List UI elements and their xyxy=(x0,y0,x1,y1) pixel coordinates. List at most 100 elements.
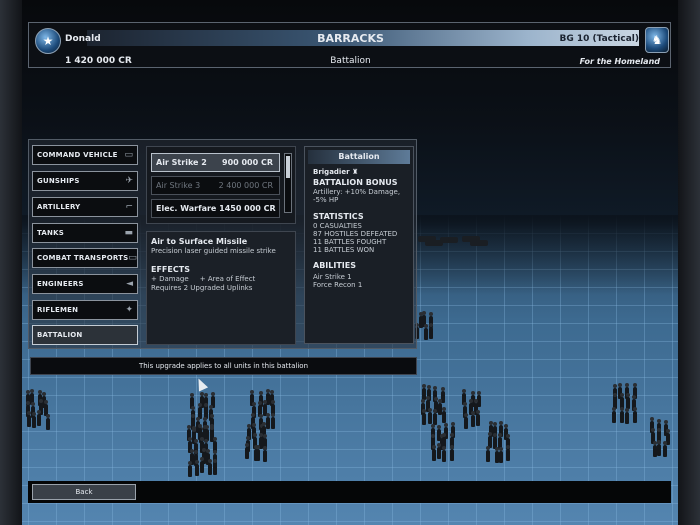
upgrade-row-elec-warfare-1[interactable]: Elec. Warfare 1 450 000 CR xyxy=(151,199,280,218)
upgrade-detail-description: Precision laser guided missile strike xyxy=(151,247,276,255)
category-label: BATTALION xyxy=(37,331,83,339)
ability-item: Force Recon 1 xyxy=(313,281,363,289)
category-label: RIFLEMEN xyxy=(37,306,79,314)
trooper-silhouette xyxy=(26,410,31,427)
trooper-silhouette xyxy=(662,440,667,457)
rank-insignia-icon: ♜ xyxy=(351,168,359,176)
trooper-silhouette xyxy=(437,443,442,460)
trooper-silhouette xyxy=(207,459,212,476)
upgrade-scrollbar[interactable] xyxy=(284,153,292,213)
ability-item: Air Strike 1 xyxy=(313,273,352,281)
trooper-silhouette xyxy=(431,445,436,462)
upgrade-row-air-strike-3[interactable]: Air Strike 3 2 400 000 CR xyxy=(151,176,280,195)
gunship-icon: ✈ xyxy=(125,176,133,186)
trooper-silhouette xyxy=(428,407,433,424)
battlegroup-label: BG 10 (Tactical) xyxy=(559,34,639,44)
battlegroup-emblem-icon: ♞ xyxy=(645,27,669,53)
vehicle-silhouette xyxy=(470,240,488,246)
trooper-silhouette xyxy=(262,445,267,462)
upgrade-name: Elec. Warfare 1 xyxy=(156,204,225,213)
category-command-vehicle[interactable]: COMMAND VEHICLE ▭ xyxy=(32,145,138,165)
artillery-icon: ⌐ xyxy=(125,202,133,212)
engineer-icon: ◄ xyxy=(126,279,133,289)
trooper-silhouette xyxy=(429,323,434,340)
upgrade-price: 450 000 CR xyxy=(224,204,276,213)
category-artillery[interactable]: ARTILLERY ⌐ xyxy=(32,197,138,217)
trooper-silhouette xyxy=(270,412,275,429)
category-label: ARTILLERY xyxy=(37,203,81,211)
trooper-silhouette xyxy=(498,446,503,463)
category-label: COMMAND VEHICLE xyxy=(37,151,118,159)
category-label: GUNSHIPS xyxy=(37,177,80,185)
trooper-silhouette xyxy=(657,440,662,457)
trooper-silhouette xyxy=(464,413,469,430)
trooper-silhouette xyxy=(188,460,193,477)
trooper-silhouette xyxy=(475,410,480,427)
trooper-silhouette xyxy=(45,413,50,430)
upgrade-list: Air Strike 2 900 000 CR Air Strike 3 2 4… xyxy=(146,146,296,224)
stat-battles-won: 11 BATTLES WON xyxy=(313,246,375,254)
category-label: TANKS xyxy=(37,229,64,237)
category-riflemen[interactable]: RIFLEMEN ✦ xyxy=(32,300,138,320)
effects-heading: EFFECTS xyxy=(151,265,190,274)
battalion-info-panel: Battalion Brigadier ♜ BATTALION BONUS Ar… xyxy=(304,146,414,344)
category-gunships[interactable]: GUNSHIPS ✈ xyxy=(32,171,138,191)
upgrade-detail-panel: Air to Surface Missile Precision laser g… xyxy=(146,231,296,345)
trooper-silhouette xyxy=(449,445,454,462)
trooper-silhouette xyxy=(424,323,429,340)
trooper-silhouette xyxy=(612,407,617,424)
frame-right-edge xyxy=(678,0,700,525)
trooper-silhouette xyxy=(32,411,37,428)
upgrade-row-air-strike-2[interactable]: Air Strike 2 900 000 CR xyxy=(151,153,280,172)
trooper-silhouette xyxy=(485,445,490,462)
statistics-heading: STATISTICS xyxy=(313,212,364,221)
stat-hostiles-defeated: 87 HOSTILES DEFEATED xyxy=(313,230,398,238)
vehicle-silhouette xyxy=(425,240,443,246)
upgrade-notice: This upgrade applies to all units in thi… xyxy=(30,357,417,375)
trooper-silhouette xyxy=(212,458,217,475)
trooper-silhouette xyxy=(442,445,447,462)
command-vehicle-icon: ▭ xyxy=(124,150,133,160)
battalion-rank: Brigadier ♜ xyxy=(313,168,405,176)
category-combat-transports[interactable]: COMBAT TRANSPORTS ▭ xyxy=(32,248,138,268)
trooper-silhouette xyxy=(632,406,637,423)
trooper-silhouette xyxy=(506,444,511,461)
back-button[interactable]: Back xyxy=(32,484,136,500)
category-engineers[interactable]: ENGINEERS ◄ xyxy=(32,274,138,294)
category-tanks[interactable]: TANKS ▬ xyxy=(32,223,138,243)
stat-battles-fought: 11 BATTLES FOUGHT xyxy=(313,238,387,246)
trooper-silhouette xyxy=(194,460,199,477)
trooper-silhouette xyxy=(421,409,426,426)
trooper-silhouette xyxy=(265,413,270,430)
upgrade-requirement: Requires 2 Upgraded Uplinks xyxy=(151,284,253,292)
frame-left-edge xyxy=(0,0,22,525)
rifleman-icon: ✦ xyxy=(125,305,133,315)
effects-list: + Damage + Area of Effect xyxy=(151,275,256,283)
bonus-text: Artillery: +10% Damage, -5% HP xyxy=(313,188,401,204)
bonus-heading: BATTALION BONUS xyxy=(313,178,398,187)
abilities-heading: ABILITIES xyxy=(313,261,356,270)
stat-casualties: 0 CASUALTIES xyxy=(313,222,362,230)
trooper-silhouette xyxy=(625,407,630,424)
category-label: COMBAT TRANSPORTS xyxy=(37,254,129,262)
rank-label: Brigadier xyxy=(313,168,350,176)
scrollbar-thumb[interactable] xyxy=(286,156,290,178)
battalion-heading: Battalion xyxy=(308,150,410,164)
header-panel: ★ Donald 1 420 000 CR BARRACKS Battalion… xyxy=(28,22,671,68)
tank-icon: ▬ xyxy=(124,228,133,238)
category-label: ENGINEERS xyxy=(37,280,84,288)
trooper-silhouette xyxy=(199,457,204,474)
transport-icon: ▭ xyxy=(128,253,137,263)
upgrade-name: Air Strike 3 xyxy=(156,181,201,190)
trooper-silhouette xyxy=(441,407,446,424)
trooper-silhouette xyxy=(256,444,261,461)
category-battalion[interactable]: BATTALION xyxy=(32,325,138,345)
upgrade-detail-title: Air to Surface Missile xyxy=(151,237,248,246)
faction-motto: For the Homeland xyxy=(579,57,660,66)
trooper-silhouette xyxy=(36,410,41,427)
trooper-silhouette xyxy=(494,446,499,463)
trooper-silhouette xyxy=(245,443,250,460)
trooper-silhouette xyxy=(471,410,476,427)
trooper-silhouette xyxy=(619,406,624,423)
upgrade-name: Air Strike 2 xyxy=(156,158,207,167)
